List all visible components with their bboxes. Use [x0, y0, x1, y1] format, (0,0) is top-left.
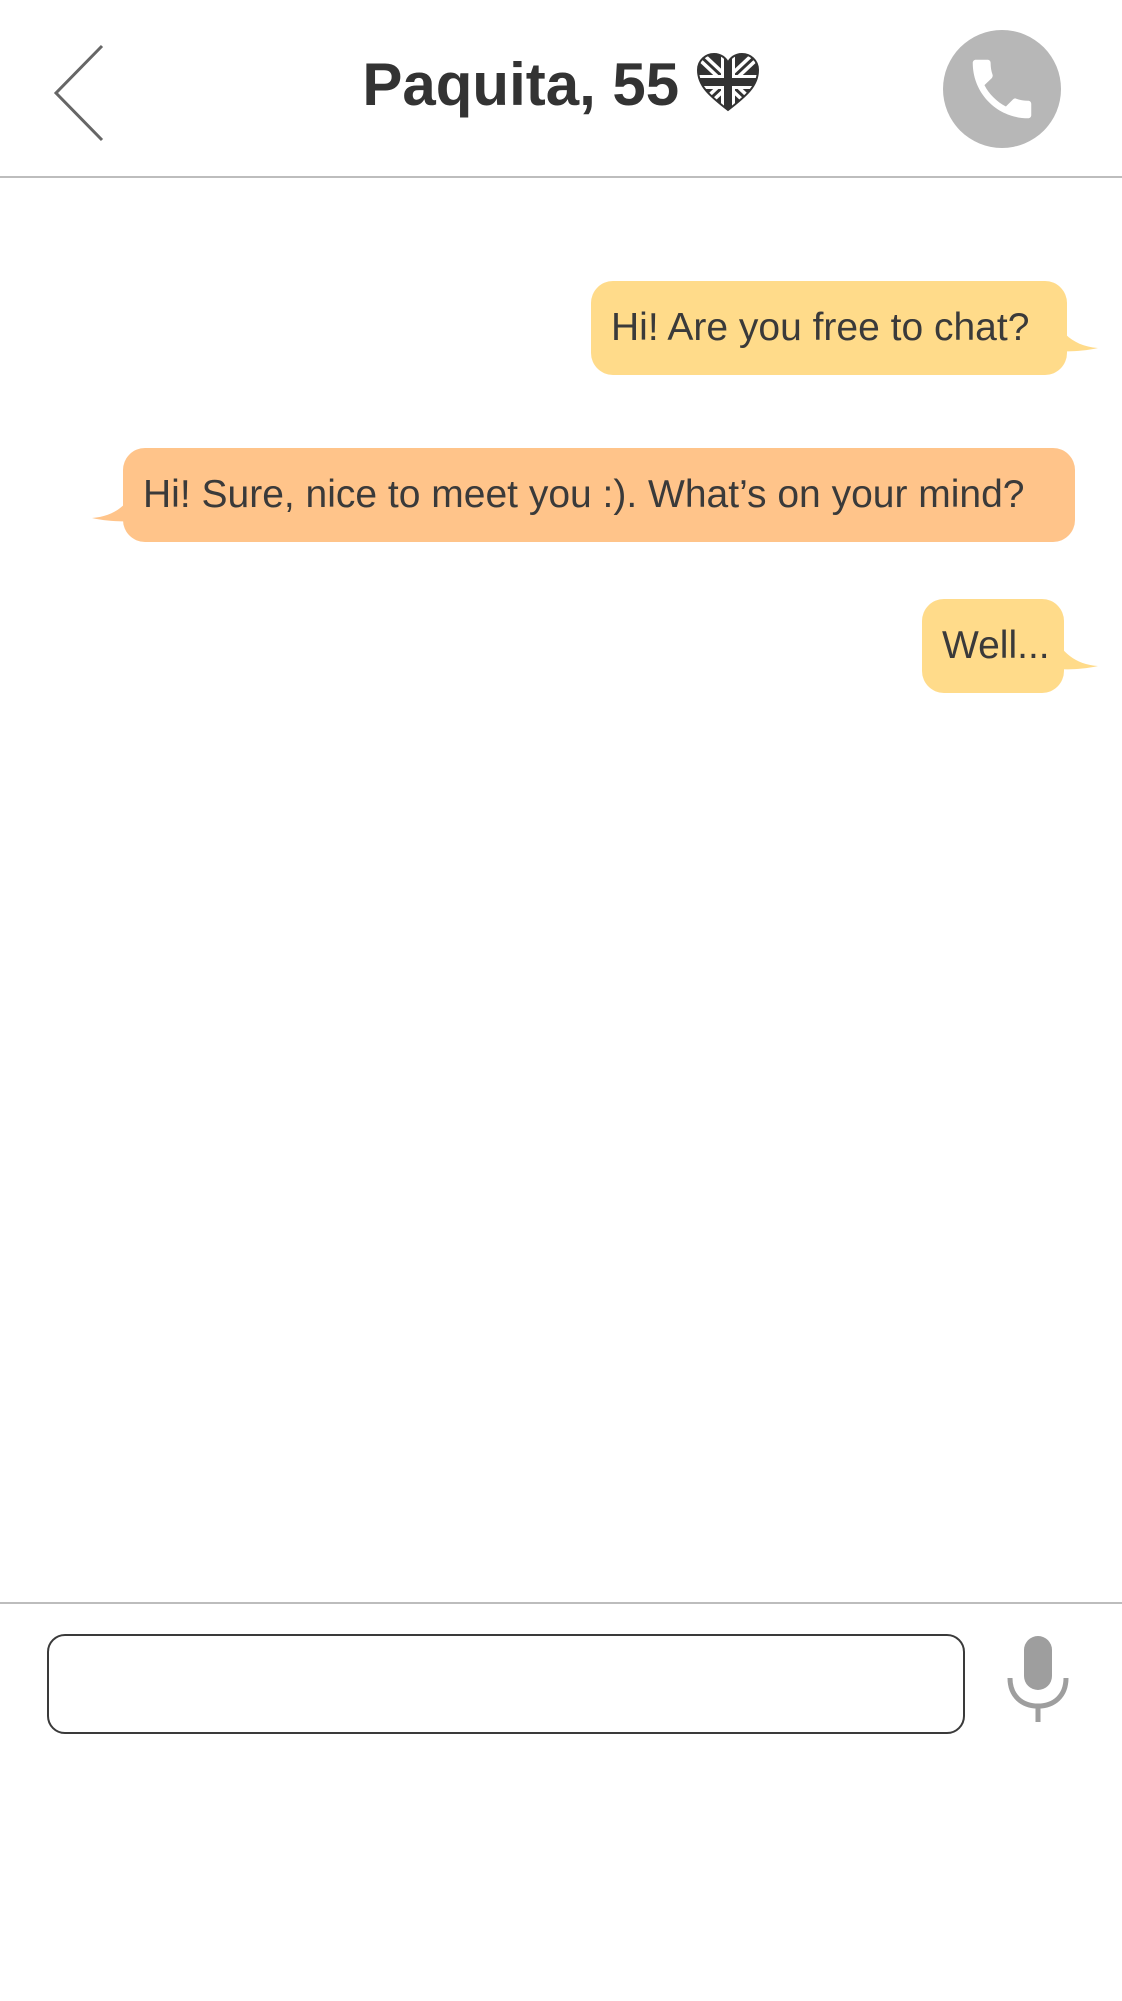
message-text: Hi! Are you free to chat? [611, 306, 1030, 349]
message-input[interactable] [47, 1634, 965, 1734]
uk-flag-heart-icon [696, 52, 759, 111]
message-composer [0, 1602, 1122, 2001]
contact-name-age: Paquita, 55 [362, 51, 680, 118]
message-list[interactable]: Hi! Are you free to chat? Hi! Sure, nice… [0, 180, 1122, 1602]
message-bubble-outgoing: Hi! Are you free to chat? [591, 281, 1067, 375]
message-bubble-incoming: Hi! Sure, nice to meet you :). What’s on… [123, 448, 1075, 542]
message-text: Hi! Sure, nice to meet you :). What’s on… [143, 473, 1025, 516]
microphone-icon [1007, 1636, 1069, 1722]
message-text: Well... [942, 624, 1050, 667]
chat-header: Paquita, 55 [0, 0, 1122, 178]
mic-button[interactable] [1000, 1634, 1076, 1726]
phone-icon [972, 59, 1032, 119]
call-button[interactable] [943, 30, 1061, 148]
message-bubble-outgoing: Well... [922, 599, 1064, 693]
